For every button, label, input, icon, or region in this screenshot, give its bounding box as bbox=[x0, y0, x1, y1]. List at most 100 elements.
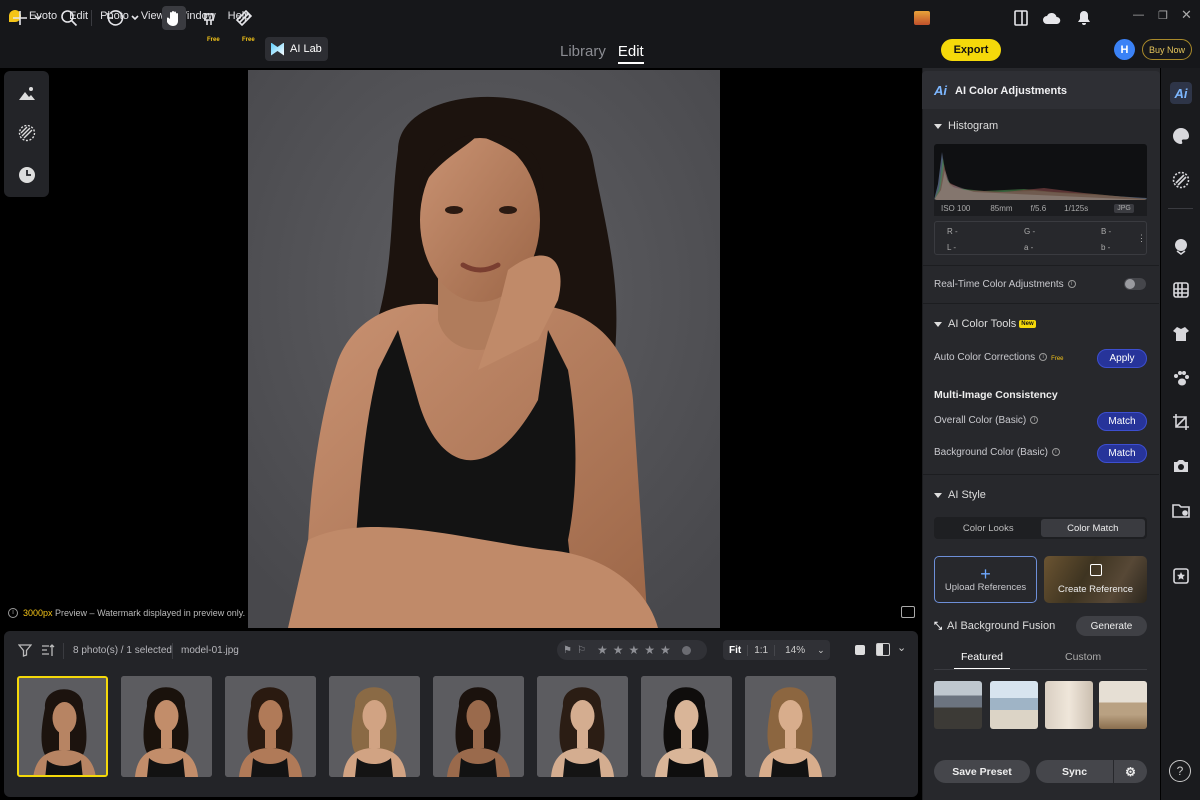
free-badge: Free bbox=[1051, 356, 1064, 362]
before-after-icon[interactable] bbox=[876, 643, 890, 656]
hand-tool-button[interactable] bbox=[162, 6, 186, 30]
realtime-toggle[interactable] bbox=[1124, 278, 1146, 290]
compare-view-icon[interactable] bbox=[901, 606, 915, 618]
zoom-level-select[interactable]: 14% bbox=[774, 644, 811, 656]
brush-icon bbox=[204, 13, 214, 25]
star-icon[interactable]: ★ bbox=[613, 643, 624, 657]
star-icon[interactable]: ★ bbox=[597, 643, 608, 657]
save-preset-button[interactable]: Save Preset bbox=[934, 760, 1030, 783]
apply-button[interactable]: Apply bbox=[1097, 349, 1147, 368]
thumbnail[interactable] bbox=[225, 676, 316, 777]
tab-color-looks[interactable]: Color Looks bbox=[936, 519, 1041, 537]
info-icon[interactable]: i bbox=[1039, 353, 1048, 362]
ai-style-header[interactable]: AI Style bbox=[934, 489, 986, 501]
star-icon[interactable]: ★ bbox=[628, 643, 639, 657]
maximize-icon[interactable]: ❐ bbox=[1158, 9, 1168, 22]
undo-button[interactable] bbox=[103, 6, 141, 30]
cloud-button[interactable] bbox=[1042, 6, 1062, 30]
tab-custom[interactable]: Custom bbox=[1065, 648, 1101, 663]
star-preset-icon[interactable] bbox=[1171, 566, 1191, 586]
single-view-icon[interactable] bbox=[855, 645, 865, 655]
match-background-button[interactable]: Match bbox=[1097, 444, 1147, 463]
add-button[interactable] bbox=[10, 6, 46, 30]
retouch-tool-button[interactable] bbox=[200, 6, 218, 30]
tab-edit[interactable]: Edit bbox=[617, 43, 644, 64]
folder-settings-icon[interactable] bbox=[1171, 500, 1191, 520]
palette-icon[interactable] bbox=[1171, 126, 1191, 146]
thumbnail[interactable] bbox=[121, 676, 212, 777]
pet-paw-icon[interactable] bbox=[1171, 368, 1191, 388]
thumbnail[interactable] bbox=[329, 676, 420, 777]
notifications-button[interactable] bbox=[1075, 6, 1093, 30]
buy-now-button[interactable]: Buy Now bbox=[1142, 39, 1192, 60]
zoom-fit-button[interactable]: Fit bbox=[723, 645, 747, 656]
camera-icon[interactable] bbox=[1171, 456, 1191, 476]
histogram-header[interactable]: Histogram bbox=[934, 120, 998, 132]
close-icon[interactable]: ✕ bbox=[1181, 7, 1192, 23]
history-button[interactable] bbox=[17, 165, 37, 185]
chevron-down-icon[interactable]: ⌄ bbox=[897, 641, 906, 654]
auto-color-text: Auto Color Corrections bbox=[934, 352, 1036, 363]
crop-icon[interactable] bbox=[1171, 412, 1191, 432]
thumbnail[interactable] bbox=[641, 676, 732, 777]
flag-icon[interactable]: ⚑ bbox=[563, 645, 572, 656]
background-preset[interactable] bbox=[990, 681, 1038, 729]
minimize-icon[interactable]: — bbox=[1133, 9, 1144, 21]
sync-settings-icon[interactable]: ⚙ bbox=[1114, 760, 1147, 783]
star-icon[interactable]: ★ bbox=[644, 643, 655, 657]
generate-button[interactable]: Generate bbox=[1076, 616, 1147, 636]
portrait-tool-button[interactable] bbox=[17, 83, 37, 103]
match-overall-button[interactable]: Match bbox=[1097, 412, 1147, 431]
tab-color-match[interactable]: Color Match bbox=[1040, 519, 1145, 537]
color-label-icon[interactable] bbox=[681, 645, 691, 655]
chevron-down-icon[interactable]: ⌄ bbox=[811, 645, 831, 656]
background-preset[interactable] bbox=[1099, 681, 1147, 729]
thumbnail[interactable] bbox=[537, 676, 628, 777]
crop-export-button[interactable] bbox=[1012, 6, 1030, 30]
upload-references-button[interactable]: + Upload References bbox=[934, 556, 1037, 603]
ai-lab-button[interactable]: AI Lab bbox=[265, 37, 328, 61]
info-icon[interactable]: i bbox=[1030, 416, 1039, 425]
menu-view[interactable]: View bbox=[141, 10, 165, 22]
cloud-icon bbox=[1043, 12, 1061, 24]
tab-featured[interactable]: Featured bbox=[954, 648, 1010, 670]
thumbnail[interactable] bbox=[17, 676, 108, 777]
star-icon[interactable]: ★ bbox=[660, 643, 671, 657]
panel-title-text: AI Color Adjustments bbox=[955, 84, 1068, 97]
filter-button[interactable] bbox=[17, 643, 33, 660]
create-reference-button[interactable]: Create Reference bbox=[1044, 556, 1147, 603]
reject-flag-icon[interactable]: ⚐ bbox=[577, 645, 586, 656]
more-options-icon[interactable]: ⋮ bbox=[1137, 233, 1146, 244]
grain-icon[interactable] bbox=[1171, 170, 1191, 190]
thumbnail[interactable] bbox=[433, 676, 524, 777]
preview-note: i 3000px Preview – Watermark displayed i… bbox=[8, 608, 245, 618]
mountain-icon bbox=[19, 87, 35, 100]
clothing-icon[interactable] bbox=[1171, 324, 1191, 344]
sort-button[interactable] bbox=[41, 643, 55, 660]
avatar[interactable]: H bbox=[1114, 39, 1135, 60]
zoom-1to1-button[interactable]: 1:1 bbox=[747, 644, 774, 656]
gift-button[interactable] bbox=[912, 6, 932, 30]
color-tools-header[interactable]: AI Color Tools New bbox=[934, 318, 1036, 330]
main-photo[interactable] bbox=[248, 70, 720, 628]
ai-color-tab-icon[interactable]: Ai bbox=[1170, 82, 1192, 104]
tab-library[interactable]: Library bbox=[560, 43, 606, 64]
help-icon[interactable]: ? bbox=[1169, 760, 1191, 782]
texture-tool-button[interactable] bbox=[17, 123, 37, 143]
sort-icon bbox=[42, 644, 55, 656]
face-icon[interactable] bbox=[1171, 236, 1191, 256]
color-readout: R - G - B - L - a - b - ⋮ bbox=[934, 221, 1147, 255]
plus-icon bbox=[13, 11, 42, 25]
background-preset[interactable] bbox=[934, 681, 982, 729]
background-preset[interactable] bbox=[1045, 681, 1093, 729]
thumbnail[interactable] bbox=[745, 676, 836, 777]
info-icon[interactable]: i bbox=[1067, 280, 1076, 289]
plus-icon: + bbox=[980, 564, 991, 584]
sync-button[interactable]: Sync bbox=[1036, 760, 1113, 783]
info-icon[interactable]: i bbox=[1051, 448, 1060, 457]
skin-texture-icon[interactable] bbox=[1171, 280, 1191, 300]
export-button[interactable]: Export bbox=[941, 39, 1001, 61]
patch-tool-button[interactable] bbox=[234, 6, 254, 30]
realtime-label: Real-Time Color Adjustments i bbox=[934, 279, 1076, 290]
search-button[interactable] bbox=[58, 6, 80, 30]
